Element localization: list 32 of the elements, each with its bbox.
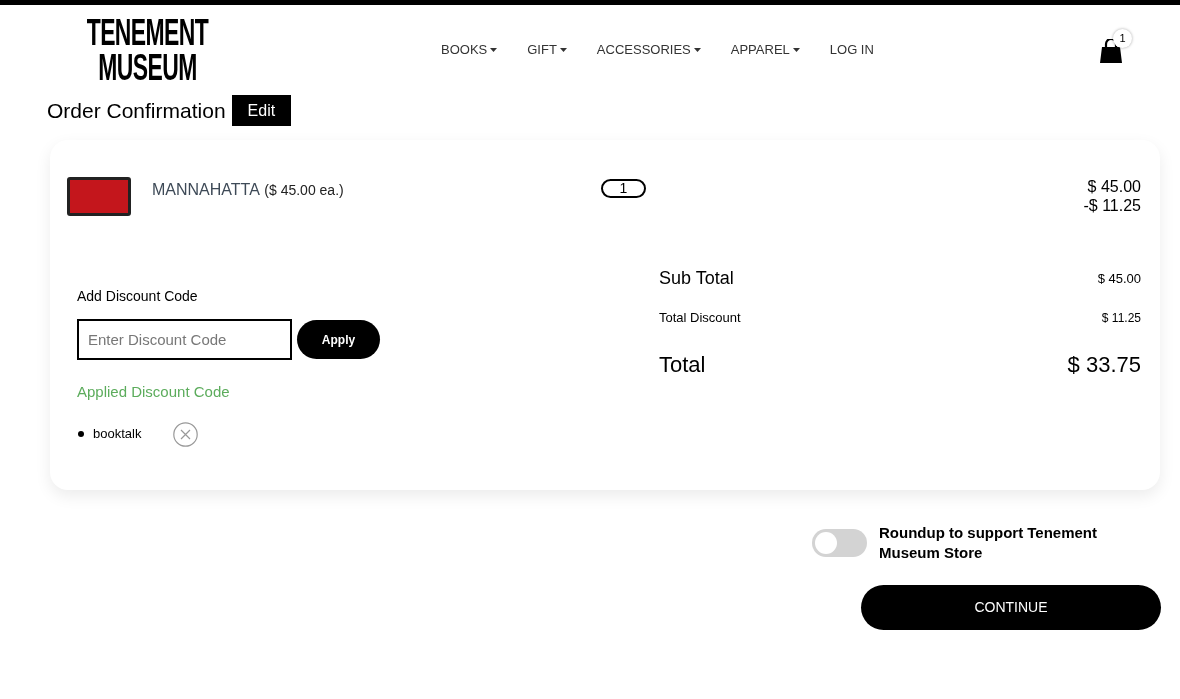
discount-code-field[interactable]: Enter Discount Code: [77, 319, 292, 360]
summary-label: Sub Total: [659, 267, 734, 290]
shopping-bag-icon[interactable]: [1100, 39, 1122, 63]
nav-link[interactable]: LOG IN: [829, 40, 874, 60]
applied-discount-heading: Applied Discount Code: [77, 382, 230, 402]
summary-label: Total Discount: [659, 309, 741, 327]
page-title: Order Confirmation: [47, 100, 226, 121]
roundup-label: Roundup to support Tenement Museum Store: [879, 523, 1099, 563]
nav-link[interactable]: APPAREL: [730, 40, 800, 60]
line-price: $ 45.00: [1087, 177, 1141, 196]
nav-link[interactable]: GIFT: [527, 40, 567, 60]
summary-value: $ 11.25: [1101, 309, 1141, 327]
logo-wordmark[interactable]: TENEMENT MUSEUM: [84, 15, 211, 85]
line-discount: -$ 11.25: [1083, 196, 1141, 215]
edit-button[interactable]: Edit: [231, 95, 292, 126]
unit-price: ($ 45.00 ea.): [264, 182, 344, 198]
summary-value: $ 33.75: [1067, 350, 1141, 379]
continue-button[interactable]: CONTINUE: [861, 585, 1161, 630]
apply-button[interactable]: Apply: [297, 320, 380, 359]
remove-circle-icon[interactable]: [173, 421, 198, 447]
nav-link[interactable]: ACCESSORIES: [596, 40, 701, 60]
summary-value: $ 45.00: [1097, 269, 1141, 288]
product-name: MANNAHATTA: [152, 181, 260, 198]
applied-code: booktalk: [93, 425, 143, 444]
nav-link[interactable]: BOOKS: [441, 40, 498, 60]
discount-label: Add Discount Code: [77, 287, 198, 306]
product-image-placeholder: [67, 177, 131, 216]
summary-label: Total: [659, 350, 706, 379]
quantity-field[interactable]: 1: [601, 179, 646, 198]
roundup-toggle[interactable]: [812, 529, 867, 557]
cart-count-badge: 1: [1113, 29, 1132, 48]
bullet-icon: [78, 431, 84, 437]
